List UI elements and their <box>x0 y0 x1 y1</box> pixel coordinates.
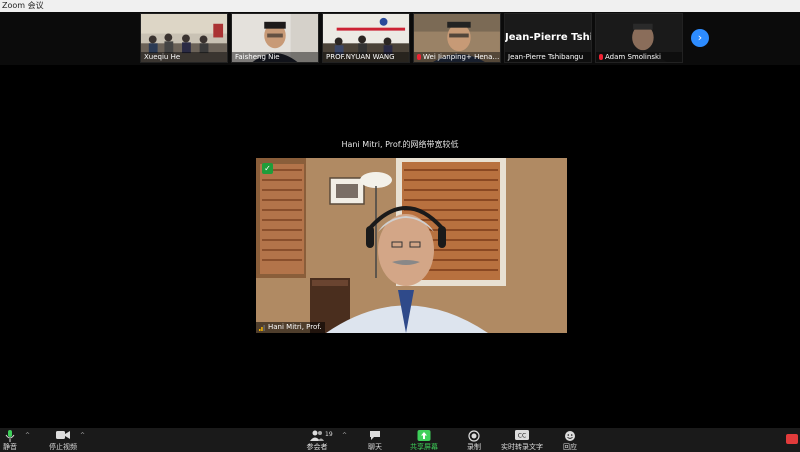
speaker-name-label: Hani Mitri, Prof. <box>256 322 326 333</box>
participant-tile[interactable]: Wei Jianping+ Henan ... <box>413 13 501 63</box>
chevron-up-icon[interactable]: ^ <box>342 432 347 439</box>
window-title: Zoom 会议 <box>2 1 44 10</box>
participant-tile[interactable]: Jean-Pierre Tshi... Jean-Pierre Tshibang… <box>504 13 592 63</box>
participant-name: Adam Smolinski <box>596 52 682 62</box>
chevron-up-icon[interactable]: ^ <box>80 432 85 439</box>
stop-video-button[interactable]: ^ 停止视频 <box>38 428 88 452</box>
svg-text:CC: CC <box>518 433 526 440</box>
share-screen-icon <box>417 430 431 441</box>
mute-button[interactable]: ^ 静音 <box>0 428 35 452</box>
participant-name: Faisheng Nie <box>232 52 318 62</box>
mute-label: 静音 <box>3 443 17 451</box>
end-icon <box>786 434 798 444</box>
live-transcript-label: 实时转录文字 <box>501 443 543 451</box>
chat-label: 聊天 <box>368 443 382 451</box>
record-icon <box>468 430 480 442</box>
next-page-button[interactable]: › <box>691 29 709 47</box>
participant-name: Xueqiu He <box>141 52 227 62</box>
reactions-button[interactable]: 回应 <box>545 428 595 452</box>
reactions-label: 回应 <box>563 443 577 451</box>
participant-name-text: Adam Smolinski <box>605 53 661 61</box>
closed-caption-icon: CC <box>515 430 529 440</box>
participant-tile[interactable]: Xueqiu He <box>140 13 228 63</box>
chevron-up-icon[interactable]: ^ <box>25 432 30 439</box>
live-transcript-button[interactable]: CC 实时转录文字 <box>497 428 547 452</box>
bandwidth-notice: Hani Mitri, Prof.的网络带宽较低 <box>341 140 459 149</box>
chat-icon <box>370 431 380 440</box>
participant-name: Wei Jianping+ Henan ... <box>414 52 500 62</box>
chat-button[interactable]: 聊天 <box>350 428 400 452</box>
participants-count: 19 <box>325 431 333 438</box>
smiley-icon <box>565 431 575 441</box>
title-bar: Zoom 会议 <box>0 0 800 12</box>
video-feed <box>256 158 567 333</box>
end-meeting-button[interactable] <box>782 428 800 452</box>
speaker-name-text: Hani Mitri, Prof. <box>268 323 322 331</box>
participant-avatar-name: Jean-Pierre Tshi... <box>505 32 591 43</box>
video-camera-icon <box>56 431 70 439</box>
participants-label: 参会者 <box>306 443 328 451</box>
participant-name: PROF.NYUAN WANG <box>323 52 409 62</box>
muted-mic-icon <box>599 54 603 60</box>
participants-button[interactable]: 19 ^ 参会者 <box>292 428 347 452</box>
signal-bars-icon <box>259 325 265 331</box>
share-screen-label: 共享屏幕 <box>410 443 438 451</box>
participant-tile[interactable]: Faisheng Nie <box>231 13 319 63</box>
shield-icon: ✓ <box>262 163 273 174</box>
active-speaker-video[interactable] <box>256 158 567 333</box>
stop-video-label: 停止视频 <box>49 443 77 451</box>
participant-tile[interactable]: Adam Smolinski <box>595 13 683 63</box>
share-screen-button[interactable]: 共享屏幕 <box>399 428 449 452</box>
chevron-right-icon: › <box>697 31 703 44</box>
microphone-icon <box>5 430 15 442</box>
participant-tile[interactable]: PROF.NYUAN WANG <box>322 13 410 63</box>
participants-icon <box>310 430 324 441</box>
muted-mic-icon <box>417 54 421 60</box>
record-button[interactable]: 录制 <box>449 428 499 452</box>
record-label: 录制 <box>467 443 481 451</box>
participant-name-text: Wei Jianping+ Henan ... <box>423 53 500 61</box>
participant-name: Jean-Pierre Tshibangu <box>505 52 591 62</box>
